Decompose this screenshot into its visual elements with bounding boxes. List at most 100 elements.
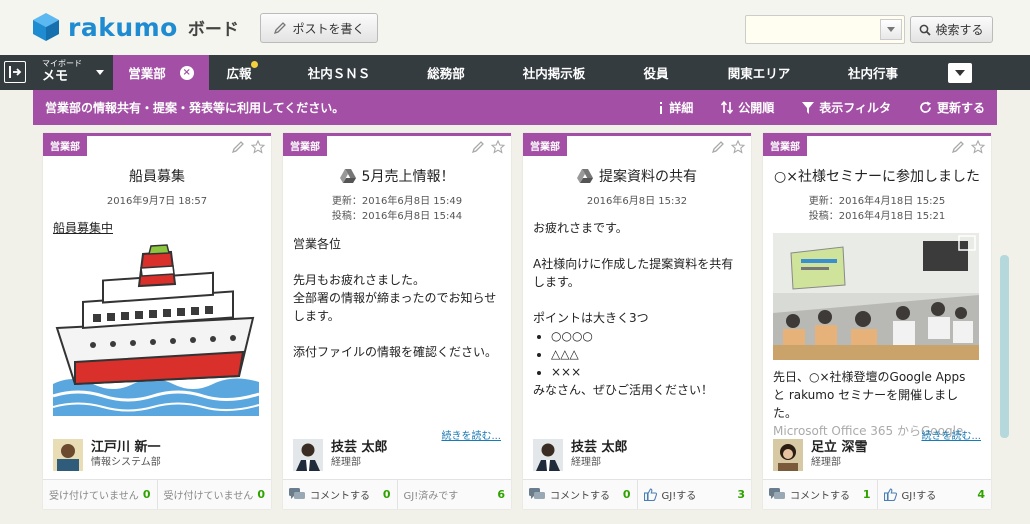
caret-down-icon[interactable] — [96, 70, 104, 75]
tab-yakuin[interactable]: 役員 — [614, 55, 698, 90]
post-title[interactable]: ○×社様セミナーに参加しました — [771, 166, 983, 186]
rakumo-logo[interactable]: rakumo ボード — [32, 12, 239, 42]
post-body: お疲れさまです。 A社様向けに作成した提案資料を共有します。 ポイントは大きく3… — [533, 219, 741, 399]
gj-count: 4 — [977, 488, 985, 501]
pencil-icon — [274, 22, 287, 35]
avatar[interactable] — [533, 439, 563, 471]
gj-count: 3 — [737, 488, 745, 501]
ship-image — [53, 244, 259, 416]
seminar-photo[interactable] — [773, 233, 979, 360]
comment-button[interactable]: コメントする 0 — [283, 480, 397, 509]
refresh-button[interactable]: 更新する — [919, 99, 985, 116]
tab-shanai-sns[interactable]: 社内ＳＮＳ — [280, 55, 398, 90]
comment-count: 1 — [862, 488, 871, 501]
gj-button[interactable]: GJ!する 4 — [876, 480, 992, 509]
gj-button[interactable]: GJ!する 3 — [636, 480, 752, 509]
sort-icon — [721, 101, 734, 114]
tab-shanai-gyouji[interactable]: 社内行事 — [820, 55, 926, 90]
chevron-down-icon — [955, 70, 965, 76]
board-tag: 営業部 — [763, 136, 807, 156]
my-board-selector[interactable]: マイボード メモ — [42, 59, 82, 85]
details-button[interactable]: 詳細 — [658, 99, 693, 116]
tab-soumubu[interactable]: 総務部 — [398, 55, 494, 90]
avatar[interactable] — [53, 439, 83, 471]
more-tabs-button[interactable] — [948, 63, 972, 83]
tab-kanto-area[interactable]: 関東エリア — [698, 55, 820, 90]
star-icon[interactable] — [491, 140, 505, 154]
tab-eigyobu[interactable]: 営業部 × — [113, 55, 209, 90]
post-author[interactable]: 技芸 太郎 経理部 — [533, 439, 628, 471]
user-avatar-icon — [533, 439, 563, 471]
close-icon[interactable]: × — [179, 65, 194, 80]
board-tab-bar: マイボード メモ 営業部 × 広報 社内ＳＮＳ 総務部 社内掲示板 役員 関東エ… — [0, 55, 1030, 90]
comment-button[interactable]: コメントする 0 — [523, 480, 637, 509]
search-icon — [920, 24, 932, 36]
thumbs-up-icon — [643, 488, 657, 501]
star-icon[interactable] — [731, 140, 745, 154]
star-icon[interactable] — [251, 140, 265, 154]
gj-done-status: GJ!済みです 6 — [396, 480, 512, 509]
refresh-icon — [920, 101, 931, 113]
search-dropdown-button[interactable] — [880, 19, 902, 40]
cube-logo-icon — [33, 13, 59, 41]
google-drive-icon — [339, 169, 356, 183]
info-icon — [660, 101, 663, 114]
chevron-down-icon — [887, 27, 895, 32]
search-input[interactable] — [745, 15, 905, 44]
gj-count: 6 — [497, 488, 505, 501]
post-body: 営業各位 先月もお疲れさました。 全部署の情報が締まったのでお知らせします。 添… — [293, 237, 498, 359]
filter-icon — [802, 101, 815, 114]
user-avatar-icon — [293, 439, 323, 471]
read-more-link[interactable]: 続きを読む... — [441, 427, 501, 442]
post-title[interactable]: 船員募集 — [51, 166, 263, 186]
display-filter-button[interactable]: 表示フィルタ — [802, 99, 891, 116]
post-date: 2016年6月8日 15:32 — [586, 196, 688, 207]
post-author[interactable]: 技芸 太郎 経理部 — [293, 439, 388, 471]
post-title[interactable]: 5月売上情報！ — [291, 166, 503, 186]
sidebar-toggle-button[interactable] — [4, 61, 26, 83]
post-date: 2016年9月7日 18:57 — [106, 196, 208, 207]
post-author[interactable]: 江戸川 新一 情報システム部 — [53, 439, 161, 471]
post-card[interactable]: 営業部 5月売上情報！ 更新：2016年6月8日 15:49 投稿：2016年6… — [283, 133, 511, 509]
post-link[interactable]: 船員募集中 — [53, 221, 113, 235]
gj-count: 0 — [257, 488, 265, 501]
search-button[interactable]: 検索する — [910, 16, 993, 43]
tab-keijiban[interactable]: 社内掲示板 — [494, 55, 614, 90]
pencil-icon[interactable] — [471, 140, 485, 154]
comment-icon — [529, 488, 545, 499]
board-description: 営業部の情報共有・提案・発表等に利用してください。 — [45, 101, 345, 115]
google-drive-icon — [577, 169, 593, 183]
comment-icon — [289, 488, 305, 499]
sort-order-button[interactable]: 公開順 — [721, 99, 774, 116]
comment-status: 受け付けていません 0 — [49, 488, 151, 502]
board-tag: 営業部 — [283, 136, 327, 156]
write-post-button[interactable]: ポストを書く — [260, 13, 378, 43]
gj-status: 受け付けていません 0 — [156, 480, 272, 509]
board-tag: 営業部 — [43, 136, 87, 156]
star-icon[interactable] — [971, 140, 985, 154]
post-updated-date: 更新：2016年6月8日 15:49 — [331, 196, 463, 207]
post-author[interactable]: 足立 深雪 経理部 — [773, 439, 868, 471]
read-more-link[interactable]: 続きを読む... — [921, 427, 981, 442]
avatar[interactable] — [293, 439, 323, 471]
comment-count: 0 — [622, 488, 631, 501]
post-card[interactable]: 営業部 ○×社様セミナーに参加しました 更新：2016年4月18日 15:25 … — [763, 133, 991, 509]
tab-kouhou[interactable]: 広報 — [209, 55, 269, 90]
post-created-date: 投稿：2016年6月8日 15:44 — [331, 211, 463, 222]
post-card[interactable]: 営業部 船員募集 2016年9月7日 18:57 船員募集中 江戸川 新一 情報… — [43, 133, 271, 509]
user-avatar-icon — [773, 439, 803, 471]
vertical-scrollbar[interactable] — [1000, 255, 1009, 438]
comment-button[interactable]: コメントする 1 — [763, 480, 877, 509]
pencil-icon[interactable] — [951, 140, 965, 154]
pencil-icon[interactable] — [711, 140, 725, 154]
post-updated-date: 更新：2016年4月18日 15:25 — [808, 196, 946, 207]
post-title[interactable]: 提案資料の共有 — [531, 166, 743, 186]
pencil-icon[interactable] — [231, 140, 245, 154]
app-header: rakumo ボード ポストを書く 検索する — [0, 0, 1030, 55]
panel-expand-icon — [9, 66, 22, 78]
avatar[interactable] — [773, 439, 803, 471]
comment-icon — [769, 488, 785, 499]
post-card[interactable]: 営業部 提案資料の共有 2016年6月8日 15:32 お疲れさまです。 A社様… — [523, 133, 751, 509]
post-created-date: 投稿：2016年4月18日 15:21 — [808, 211, 946, 222]
user-avatar-icon — [53, 439, 83, 471]
